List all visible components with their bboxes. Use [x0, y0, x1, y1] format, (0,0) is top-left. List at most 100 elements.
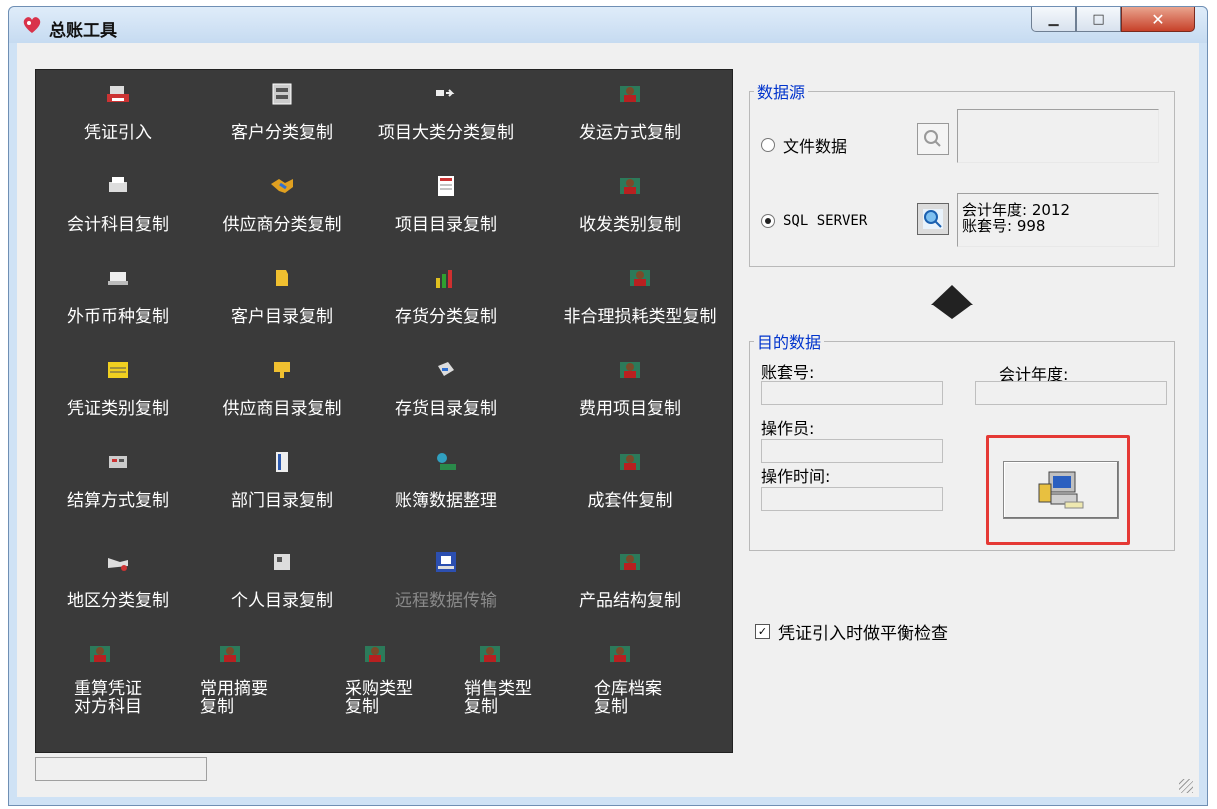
tool-settlement-method-copy[interactable]: 结算方式复制 — [36, 450, 200, 532]
truck-icon — [108, 558, 128, 571]
tool-shipping-method-copy[interactable]: 发运方式复制 — [548, 82, 712, 164]
person-copy-icon — [220, 646, 240, 662]
minimize-button[interactable]: ▁ — [1031, 7, 1076, 32]
source-info-box: 会计年度: 2012 账套号: 998 — [957, 193, 1159, 247]
tool-voucher-import[interactable]: 凭证引入 — [36, 82, 200, 164]
operator-label: 操作员: — [761, 419, 815, 438]
tool-account-copy[interactable]: 会计科目复制 — [36, 174, 200, 256]
tool-inventory-catalog-copy[interactable]: 存货目录复制 — [364, 358, 528, 440]
tool-recalc-voucher[interactable]: 重算凭证 对方科目 — [56, 642, 186, 752]
person-copy-icon — [620, 454, 640, 470]
tool-label: 远程数据传输 — [395, 591, 497, 611]
tool-project-class-copy[interactable]: 项目大类分类复制 — [364, 82, 528, 164]
balance-check-option[interactable]: ✓ 凭证引入时做平衡检查 — [755, 619, 948, 644]
person-copy-icon — [630, 270, 650, 286]
sql-browse-button[interactable] — [917, 203, 949, 235]
folder-icon — [276, 270, 288, 286]
target-fiscal-year-field[interactable] — [975, 381, 1167, 405]
tool-label: 会计科目复制 — [67, 215, 169, 235]
tool-label: 项目大类分类复制 — [378, 123, 514, 143]
tool-expense-item-copy[interactable]: 费用项目复制 — [548, 358, 712, 440]
tool-kit-copy[interactable]: 成套件复制 — [548, 450, 712, 532]
sql-server-radio[interactable]: SQL SERVER — [761, 213, 867, 229]
tool-voucher-type-copy[interactable]: 凭证类别复制 — [36, 358, 200, 440]
person-copy-icon — [620, 362, 640, 378]
title-bar: 总账工具 ▁ □ ✕ — [9, 7, 1207, 43]
tool-label: 外币币种复制 — [67, 307, 169, 327]
tool-loss-type-copy[interactable]: 非合理损耗类型复制 — [548, 266, 732, 348]
tool-department-catalog-copy[interactable]: 部门目录复制 — [200, 450, 364, 532]
file-browse-button[interactable] — [917, 123, 949, 155]
door-icon — [276, 452, 288, 472]
file-path-box[interactable] — [957, 109, 1159, 163]
tool-sales-type-copy[interactable]: 销售类型 复制 — [446, 642, 576, 752]
tool-label: 个人目录复制 — [231, 591, 333, 611]
target-account-set-field[interactable] — [761, 381, 943, 405]
tool-label: 采购类型 复制 — [345, 679, 413, 717]
tool-inventory-category-copy[interactable]: 存货分类复制 — [364, 266, 528, 348]
tool-summary-copy[interactable]: 常用摘要 复制 — [186, 642, 316, 752]
balance-check-label: 凭证引入时做平衡检查 — [778, 624, 948, 644]
printer-icon — [109, 177, 127, 192]
tool-customer-catalog-copy[interactable]: 客户目录复制 — [200, 266, 364, 348]
close-button[interactable]: ✕ — [1121, 7, 1195, 32]
resize-grip[interactable] — [1179, 779, 1193, 793]
tool-label: 收发类别复制 — [579, 215, 681, 235]
brush-cleanup-icon — [437, 453, 456, 470]
down-arrow-icon — [931, 285, 973, 319]
link-icon — [436, 89, 455, 97]
tool-label: 供应商目录复制 — [222, 399, 342, 419]
bar-chart-icon — [436, 270, 452, 288]
tool-label: 客户目录复制 — [231, 307, 333, 327]
tool-customer-category-copy[interactable]: 客户分类复制 — [200, 82, 364, 164]
operate-time-label: 操作时间: — [761, 467, 831, 486]
fiscal-year-line: 会计年度: 2012 — [962, 201, 1070, 219]
tool-label: 凭证类别复制 — [67, 399, 169, 419]
tool-currency-copy[interactable]: 外币币种复制 — [36, 266, 200, 348]
tool-label: 产品结构复制 — [579, 591, 681, 611]
tool-label: 客户分类复制 — [231, 123, 333, 143]
balance-check-checkbox[interactable]: ✓ — [755, 624, 770, 639]
person-copy-icon — [620, 178, 640, 194]
tool-label: 重算凭证 对方科目 — [74, 679, 142, 717]
maximize-button[interactable]: □ — [1076, 7, 1121, 32]
tool-region-category-copy[interactable]: 地区分类复制 — [36, 550, 200, 632]
tool-label: 费用项目复制 — [579, 399, 681, 419]
tool-warehouse-copy[interactable]: 仓库档案 复制 — [576, 642, 706, 752]
app-logo-icon — [23, 17, 41, 33]
highlight-box — [986, 435, 1130, 545]
tool-label: 结算方式复制 — [67, 491, 169, 511]
source-legend: 数据源 — [757, 83, 806, 102]
sql-server-label: SQL SERVER — [783, 213, 868, 229]
tool-label: 地区分类复制 — [67, 591, 169, 611]
person-copy-icon — [90, 646, 110, 662]
operate-time-field[interactable] — [761, 487, 943, 511]
account-set-line: 账套号: 998 — [962, 217, 1046, 235]
printer-stamp-icon — [107, 86, 129, 102]
main-window: 总账工具 ▁ □ ✕ 凭证引入 客户分类复制 项目大类分类复制 发运方式复制 会… — [8, 6, 1208, 806]
tool-remote-data-transfer: 远程数据传输 — [364, 550, 528, 632]
ledger-icon — [108, 362, 128, 378]
status-bar — [35, 757, 207, 781]
operator-field[interactable] — [761, 439, 943, 463]
person-copy-icon — [610, 646, 630, 662]
person-copy-icon — [480, 646, 500, 662]
magnifier-icon — [923, 209, 943, 229]
tool-personal-catalog-copy[interactable]: 个人目录复制 — [200, 550, 364, 632]
tool-project-catalog-copy[interactable]: 项目目录复制 — [364, 174, 528, 256]
tool-supplier-category-copy[interactable]: 供应商分类复制 — [200, 174, 364, 256]
radio-circle — [761, 214, 775, 228]
file-data-radio[interactable]: 文件数据 — [761, 133, 847, 157]
tool-purchase-type-copy[interactable]: 采购类型 复制 — [331, 642, 461, 752]
tool-label: 项目目录复制 — [395, 215, 497, 235]
tool-product-structure-copy[interactable]: 产品结构复制 — [548, 550, 712, 632]
tool-label: 部门目录复制 — [231, 491, 333, 511]
tool-supplier-catalog-copy[interactable]: 供应商目录复制 — [200, 358, 364, 440]
network-transfer-icon — [436, 552, 456, 572]
cash-register-icon — [109, 456, 127, 468]
cabinet-icon — [272, 83, 292, 105]
target-legend: 目的数据 — [757, 333, 822, 352]
tool-inout-category-copy[interactable]: 收发类别复制 — [548, 174, 712, 256]
file-data-label: 文件数据 — [783, 137, 848, 156]
tool-ledger-data-cleanup[interactable]: 账簿数据整理 — [364, 450, 528, 532]
